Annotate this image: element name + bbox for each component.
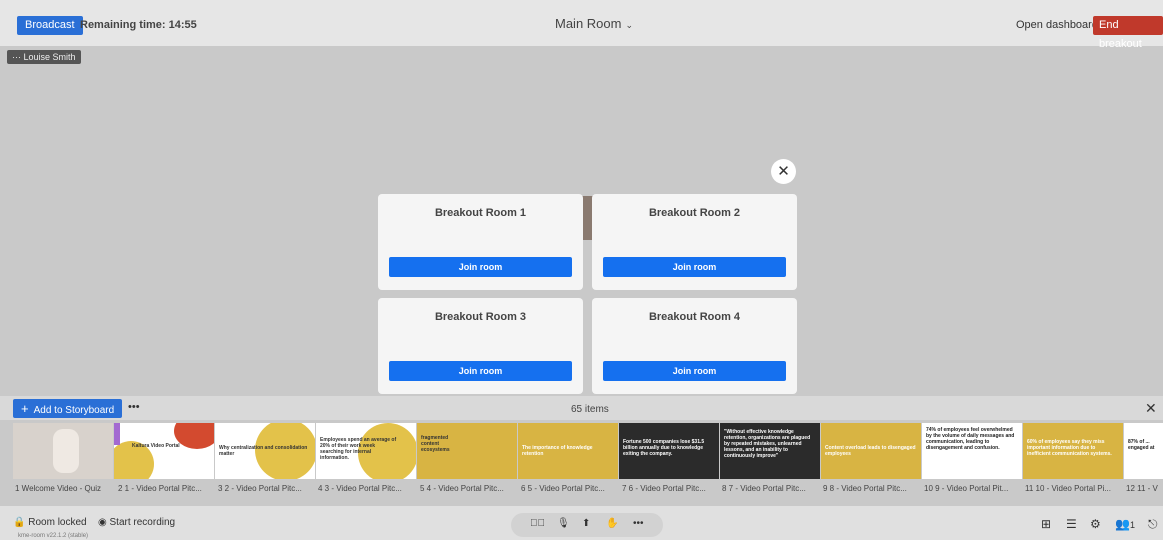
more-controls-icon[interactable]: ••• (633, 518, 644, 529)
settings-gear-icon[interactable]: ⚙ (1090, 517, 1101, 531)
breakout-room-title: Breakout Room 2 (648, 207, 741, 219)
chevron-down-icon: ⌄ (625, 20, 634, 30)
breakout-room-card: Breakout Room 2 Join room (592, 194, 797, 290)
thumbnail-text: Kaltura Video Portal (132, 443, 180, 449)
close-modal-button[interactable]: ✕ (771, 159, 796, 184)
participant-name-tag: ··· Louise Smith (7, 50, 81, 64)
breakout-room-card: Breakout Room 4 Join room (592, 298, 797, 394)
thumbnail-text: 87% of ... engaged at (1128, 439, 1155, 451)
start-recording-button[interactable]: ◉ Start recording (98, 517, 175, 528)
thumbnail-text: Employees spend an average of 20% of the… (320, 437, 397, 461)
thumb-shape (114, 423, 120, 445)
close-storyboard-icon[interactable]: ✕ (1145, 400, 1157, 417)
join-room-button[interactable]: Join room (603, 361, 786, 381)
participants-count: 1 (1129, 520, 1135, 530)
storyboard-thumbnail[interactable]: 87% of ... engaged at (1124, 423, 1163, 479)
participants-button[interactable]: 👥1 (1115, 517, 1135, 531)
storyboard-strip: Kaltura Video Portal Why centralization … (0, 423, 1163, 479)
share-screen-icon[interactable]: ⬆ (582, 518, 590, 529)
thumbnail-text: Fortune 500 companies lose $31.5 billion… (623, 439, 705, 457)
remaining-time: Remaining time: 14:55 (80, 19, 197, 31)
breakout-room-card: Breakout Room 1 Join room (378, 194, 583, 290)
storyboard-toggle-icon[interactable]: ☰ (1066, 517, 1077, 531)
record-icon: ◉ (98, 517, 107, 528)
broadcast-button[interactable]: Broadcast (17, 16, 83, 35)
camera-off-icon[interactable]: ▶⃠ (530, 518, 545, 529)
room-selector[interactable]: Main Room ⌄ (555, 16, 633, 31)
thumbnail-label: 10 9 - Video Portal Pit... (924, 484, 1009, 493)
microphone-icon[interactable]: 🎙 (557, 518, 570, 529)
add-to-storyboard-label: Add to Storyboard (33, 405, 115, 416)
storyboard-thumbnail[interactable]: Employees spend an average of 20% of the… (316, 423, 416, 479)
storyboard-labels: 1 Welcome Video - Quiz 2 1 - Video Porta… (0, 484, 1163, 496)
storyboard-thumbnail[interactable]: Fortune 500 companies lose $31.5 billion… (619, 423, 719, 479)
join-room-button[interactable]: Join room (603, 257, 786, 277)
thumbnail-text: 74% of employees feel overwhelmed by the… (926, 427, 1015, 451)
breakout-room-title: Breakout Room 3 (434, 311, 527, 323)
room-title: Main Room (555, 16, 622, 31)
join-room-button[interactable]: Join room (389, 361, 572, 381)
thumbnail-label: 12 11 - V (1126, 484, 1158, 493)
storyboard-thumbnail[interactable]: "Without effective knowledge retention, … (720, 423, 820, 479)
presenter-image (53, 429, 79, 473)
thumbnail-text: fragmented content ecosystems (421, 435, 450, 453)
storyboard-thumbnail[interactable] (13, 423, 113, 479)
thumbnail-text: Content overload leads to disengaged emp… (825, 445, 916, 457)
room-locked-toggle[interactable]: 🔒 Room locked (13, 517, 87, 528)
leave-room-icon[interactable]: ⎋ (1148, 517, 1158, 532)
thumbnail-text: 60% of employees say they miss important… (1027, 439, 1112, 457)
storyboard-thumbnail[interactable]: 74% of employees feel overwhelmed by the… (922, 423, 1022, 479)
version-label: kme-room v22.1.2 (stable) (18, 533, 89, 539)
start-recording-label: Start recording (109, 517, 176, 528)
room-locked-label: Room locked (28, 517, 87, 528)
layout-grid-icon[interactable]: ⊞ (1041, 517, 1051, 531)
thumbnail-text: "Without effective knowledge retention, … (724, 429, 811, 459)
more-options-icon[interactable]: ••• (128, 401, 140, 413)
open-dashboard-link[interactable]: Open dashboard (1016, 19, 1098, 31)
lock-icon: 🔒 (13, 517, 26, 528)
breakout-room-title: Breakout Room 4 (648, 311, 741, 323)
storyboard-thumbnail[interactable]: fragmented content ecosystems (417, 423, 517, 479)
participants-icon: 👥 (1115, 517, 1130, 531)
thumbnail-label: 6 5 - Video Portal Pitc... (521, 484, 605, 493)
storyboard-thumbnail[interactable]: Why centralization and consolidation mat… (215, 423, 315, 479)
thumbnail-label: 11 10 - Video Portal Pi... (1025, 484, 1111, 493)
end-breakout-button[interactable]: End breakout (1093, 16, 1163, 50)
thumbnail-text: The importance of knowledge retention (522, 445, 593, 457)
thumbnail-label: 2 1 - Video Portal Pitc... (118, 484, 202, 493)
thumbnail-label: 1 Welcome Video - Quiz (15, 484, 101, 493)
thumbnail-label: 4 3 - Video Portal Pitc... (318, 484, 402, 493)
thumbnail-label: 9 8 - Video Portal Pitc... (823, 484, 907, 493)
breakout-room-title: Breakout Room 1 (434, 207, 527, 219)
items-count: 65 items (571, 404, 609, 415)
thumbnail-label: 8 7 - Video Portal Pitc... (722, 484, 806, 493)
thumbnail-label: 5 4 - Video Portal Pitc... (420, 484, 504, 493)
storyboard-thumbnail[interactable]: Content overload leads to disengaged emp… (821, 423, 921, 479)
storyboard-thumbnail[interactable]: 60% of employees say they miss important… (1023, 423, 1123, 479)
thumbnail-label: 3 2 - Video Portal Pitc... (218, 484, 302, 493)
plus-icon: + (21, 401, 29, 416)
storyboard-thumbnail[interactable]: The importance of knowledge retention (518, 423, 618, 479)
add-to-storyboard-button[interactable]: + Add to Storyboard (13, 399, 123, 418)
breakout-room-card: Breakout Room 3 Join room (378, 298, 583, 394)
storyboard-thumbnail[interactable]: Kaltura Video Portal (114, 423, 214, 479)
join-room-button[interactable]: Join room (389, 257, 572, 277)
raise-hand-icon[interactable]: ✋ (606, 518, 618, 529)
thumbnail-text: Why centralization and consolidation mat… (219, 445, 308, 457)
thumbnail-label: 7 6 - Video Portal Pitc... (622, 484, 706, 493)
